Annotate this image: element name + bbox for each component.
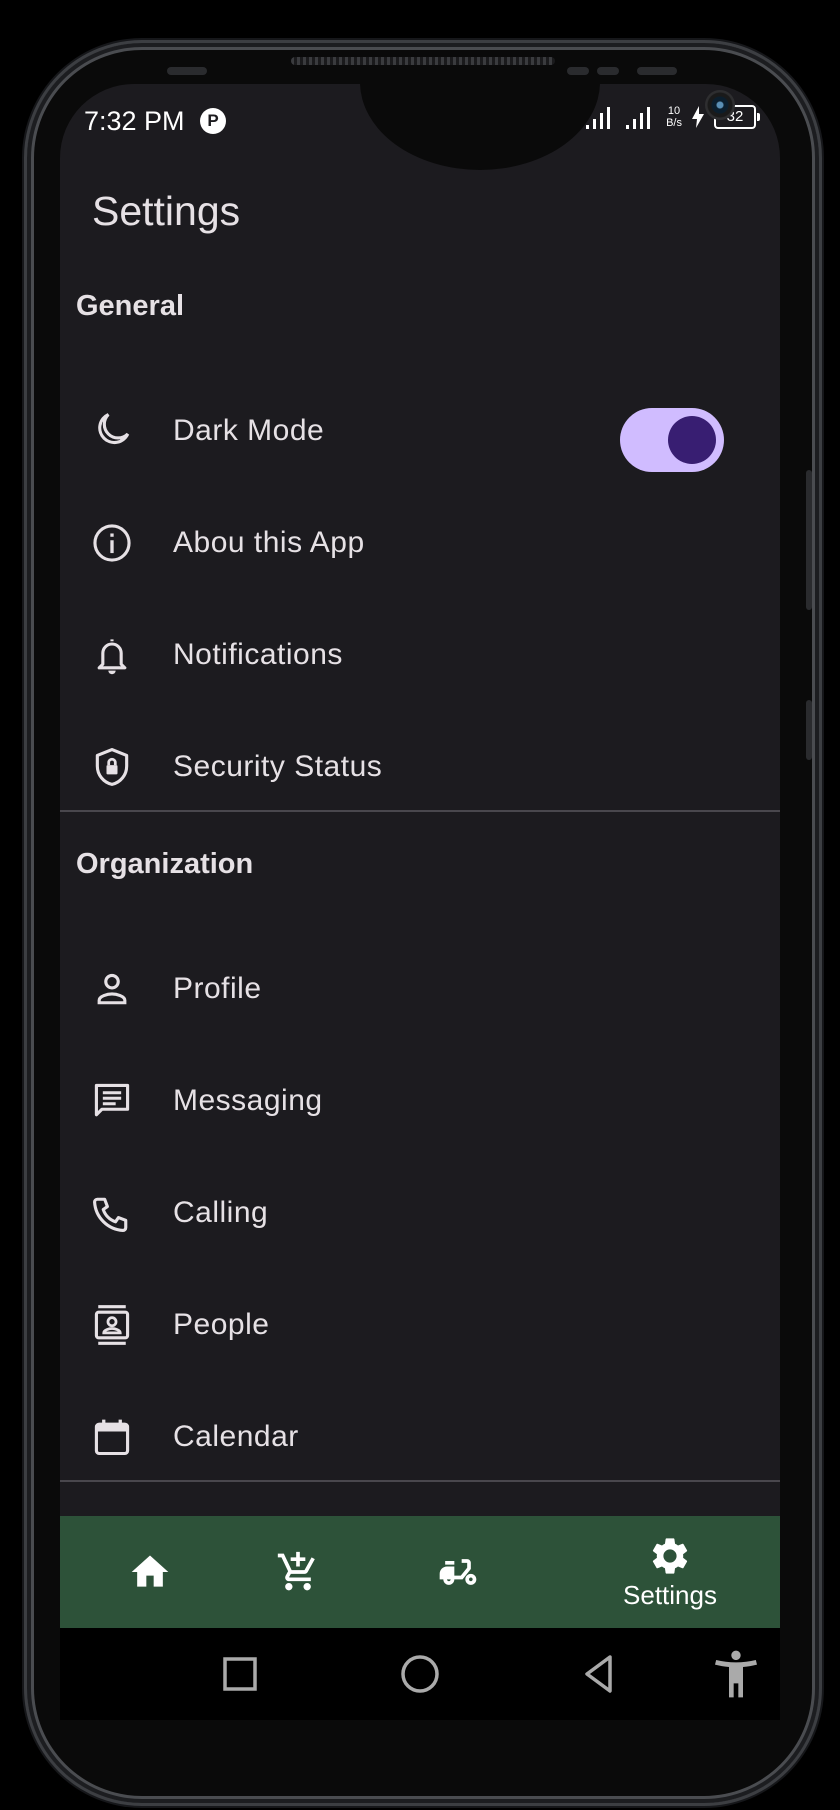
phone-icon xyxy=(93,1197,128,1232)
bell-icon xyxy=(97,639,127,675)
back-icon xyxy=(585,1655,612,1693)
toggle-thumb xyxy=(668,416,716,464)
side-button xyxy=(806,700,812,760)
settings-item-label: Calendar xyxy=(173,1420,299,1453)
settings-item-notifications[interactable]: Notifications xyxy=(60,608,780,704)
signal-icon xyxy=(626,107,651,129)
nav-settings[interactable]: Settings xyxy=(596,1516,744,1628)
app-notification-icon: P xyxy=(200,108,226,134)
settings-item-about[interactable]: Abou this App xyxy=(60,496,780,592)
charging-icon xyxy=(692,106,704,128)
info-icon xyxy=(93,524,131,562)
settings-item-label: Calling xyxy=(173,1196,269,1229)
accessibility-icon xyxy=(715,1650,757,1698)
nav-add-to-cart[interactable] xyxy=(248,1516,348,1628)
status-time: 7:32 PM xyxy=(84,106,185,136)
settings-item-label: Notifications xyxy=(173,638,343,671)
section-header-general: General xyxy=(76,290,184,322)
settings-item-calling[interactable]: Calling xyxy=(60,1166,780,1262)
page-title: Settings xyxy=(92,188,241,234)
camera-notch xyxy=(360,84,735,170)
network-speed-unit: B/s xyxy=(666,117,682,129)
settings-item-label: Security Status xyxy=(173,750,383,783)
settings-item-label: Dark Mode xyxy=(173,414,325,447)
shield-lock-icon xyxy=(95,748,129,786)
settings-item-messaging[interactable]: Messaging xyxy=(60,1054,780,1150)
bottom-navigation: Settings xyxy=(60,1516,780,1628)
app-screen: 7:32 PM P 10 B/s 32 Settings General Dar… xyxy=(60,84,780,1720)
settings-item-profile[interactable]: Profile xyxy=(60,942,780,1038)
home-circle-icon xyxy=(401,1655,439,1693)
settings-item-calendar[interactable]: Calendar xyxy=(60,1390,780,1486)
recents-button[interactable] xyxy=(212,1646,268,1702)
settings-item-label: Profile xyxy=(173,972,262,1005)
nav-delivery[interactable] xyxy=(408,1516,508,1628)
settings-item-label: Messaging xyxy=(173,1084,323,1117)
settings-item-security-status[interactable]: Security Status xyxy=(60,720,780,816)
calendar-icon xyxy=(94,1419,130,1456)
settings-item-label: People xyxy=(173,1308,270,1341)
system-navigation-bar xyxy=(60,1628,780,1720)
scooter-icon xyxy=(439,1559,477,1585)
moon-icon xyxy=(98,413,130,445)
nav-settings-label: Settings xyxy=(623,1579,717,1610)
sensor xyxy=(167,67,207,75)
nav-home[interactable] xyxy=(100,1516,200,1628)
message-icon xyxy=(94,1083,130,1117)
front-camera xyxy=(705,90,735,120)
dark-mode-toggle[interactable] xyxy=(620,408,724,472)
add-cart-icon xyxy=(277,1551,315,1591)
person-icon xyxy=(97,973,127,1005)
section-divider xyxy=(60,810,780,812)
sensor xyxy=(567,67,589,75)
network-speed: 10 B/s xyxy=(666,105,682,129)
settings-item-people[interactable]: People xyxy=(60,1278,780,1374)
section-divider xyxy=(60,1480,780,1482)
sensor xyxy=(637,67,677,75)
back-button[interactable] xyxy=(572,1646,628,1702)
settings-item-dark-mode[interactable]: Dark Mode xyxy=(60,384,780,480)
settings-item-label: Abou this App xyxy=(173,526,365,559)
accessibility-button[interactable] xyxy=(708,1646,764,1702)
contacts-icon xyxy=(94,1305,130,1345)
recents-icon xyxy=(223,1657,257,1691)
sensor xyxy=(597,67,619,75)
earpiece-grille xyxy=(291,57,555,65)
gear-icon xyxy=(652,1537,688,1574)
home-icon xyxy=(131,1555,169,1587)
network-speed-value: 10 xyxy=(667,105,681,117)
home-button[interactable] xyxy=(392,1646,448,1702)
side-button xyxy=(806,470,812,610)
section-header-organization: Organization xyxy=(76,848,254,880)
